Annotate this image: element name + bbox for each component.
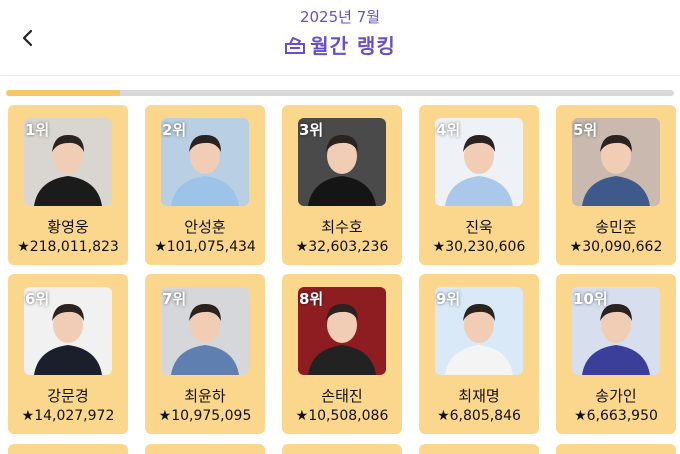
singer-name: 진욱 — [465, 218, 493, 236]
month-label: 2025년 7월 — [299, 8, 381, 26]
ranking-card-partial — [419, 444, 539, 454]
singer-name: 송가인 — [595, 387, 637, 405]
rank-badge: 8위 — [299, 290, 324, 308]
ranking-card[interactable]: 9위최재명 ★6,805,846 — [419, 274, 539, 434]
singer-name: 손태진 — [321, 387, 363, 405]
singer-name: 안성훈 — [184, 218, 226, 236]
ranking-card-partial — [145, 444, 265, 454]
rank-badge: 6위 — [25, 290, 50, 308]
ranking-card-partial — [8, 444, 128, 454]
ranking-card[interactable]: 4위진욱 ★30,230,606 — [419, 105, 539, 265]
singer-name: 최재명 — [458, 387, 500, 405]
rank-badge: 10위 — [573, 290, 608, 308]
vote-score: ★6,663,950 — [574, 408, 658, 424]
vote-score: ★101,075,434 — [154, 239, 256, 255]
ranking-card-partial — [282, 444, 402, 454]
progress-bar — [6, 90, 674, 96]
ranking-card[interactable]: 7위최윤하 ★10,975,095 — [145, 274, 265, 434]
vote-score: ★10,975,095 — [158, 408, 252, 424]
ranking-card[interactable]: 5위송민준 ★30,090,662 — [556, 105, 676, 265]
vote-score: ★14,027,972 — [21, 408, 115, 424]
vote-score: ★30,230,606 — [432, 239, 526, 255]
vote-score: ★6,805,846 — [437, 408, 521, 424]
rank-badge: 2위 — [162, 121, 187, 139]
ranking-card[interactable]: 10위송가인 ★6,663,950 — [556, 274, 676, 434]
ranking-card[interactable]: 2위안성훈 ★101,075,434 — [145, 105, 265, 265]
ranking-card[interactable]: 8위손태진 ★10,508,086 — [282, 274, 402, 434]
rank-badge: 3위 — [299, 121, 324, 139]
singer-name: 황영웅 — [47, 218, 89, 236]
rank-badge: 1위 — [25, 121, 50, 139]
ranking-card[interactable]: 3위최수호 ★32,603,236 — [282, 105, 402, 265]
ranking-card-partial — [556, 444, 676, 454]
vote-box-icon — [285, 36, 306, 54]
header: 2025년 7월 월간 랭킹 — [0, 0, 680, 76]
page-title: 월간 랭킹 — [310, 34, 396, 58]
rank-badge: 7위 — [162, 290, 187, 308]
ranking-card[interactable]: 6위강문경 ★14,027,972 — [8, 274, 128, 434]
rank-badge: 5위 — [573, 121, 598, 139]
singer-name: 강문경 — [47, 387, 89, 405]
vote-score: ★32,603,236 — [295, 239, 389, 255]
singer-name: 송민준 — [595, 218, 637, 236]
rank-badge: 9위 — [436, 290, 461, 308]
vote-score: ★218,011,823 — [17, 239, 119, 255]
singer-name: 최윤하 — [184, 387, 226, 405]
ranking-card[interactable]: 1위황영웅 ★218,011,823 — [8, 105, 128, 265]
rank-badge: 4위 — [436, 121, 461, 139]
vote-score: ★10,508,086 — [295, 408, 389, 424]
singer-name: 최수호 — [321, 218, 363, 236]
vote-score: ★30,090,662 — [569, 239, 663, 255]
progress-fill — [6, 90, 120, 96]
page-title-row: 월간 랭킹 — [0, 30, 680, 59]
